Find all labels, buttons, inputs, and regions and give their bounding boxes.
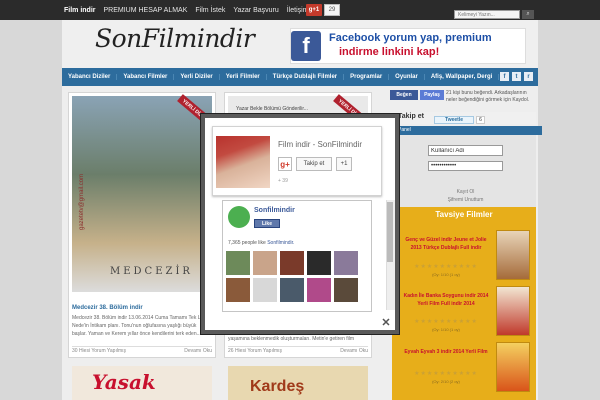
poster-caption: Yazar Bekle Bölümü Gönderilir... [236, 106, 308, 112]
post-title[interactable]: Medcezir 38. Bölüm indir [72, 305, 143, 311]
fan-avatar[interactable] [253, 278, 277, 302]
facebook-page-link[interactable]: Sonfilmindir. [267, 240, 294, 246]
post-comments[interactable]: 26 Hiesi Yorum Yapılmış [228, 348, 282, 356]
login-links: Kayıt Ol Şifremi Unuttum [428, 188, 503, 204]
facebook-banner[interactable]: f Facebook yorum yap, premium indirme li… [290, 28, 526, 64]
gplus-share-count: 29 [324, 4, 340, 16]
top-links: Film indir PREMIUM HESAP ALMAK Film İste… [64, 0, 309, 20]
tweet-count: 6 [476, 116, 485, 124]
rating-stars[interactable]: ★★★★★★★★★★ [400, 370, 492, 377]
follow-button[interactable]: Takip et [296, 157, 332, 171]
nav-item-yabanci-diziler[interactable]: Yabancı Diziler [62, 74, 118, 80]
tweet-button[interactable]: Tweetle [434, 116, 474, 124]
banner-line-1: Facebook yorum yap, premium [329, 32, 492, 44]
post-comments[interactable]: 30 Hiesi Yorum Yapılmış [72, 348, 126, 356]
post-excerpt: yaşamına beklenmedik oluşturmaları. Meti… [228, 336, 355, 342]
post-footer: 26 Hiesi Yorum Yapılmış Devamı Oku [228, 346, 368, 356]
post-poster[interactable] [72, 96, 212, 292]
fan-avatar[interactable] [226, 278, 250, 302]
nav-item-yabanci-filmler[interactable]: Yabancı Filmler [117, 74, 175, 80]
poster-caption: Kardeş [250, 378, 305, 395]
nav-item-yerli-diziler[interactable]: Yerli Diziler [174, 74, 220, 80]
close-icon[interactable]: ✕ [380, 316, 392, 329]
post-read-more[interactable]: Devamı Oku [184, 348, 212, 356]
popup-scrollbar-thumb[interactable] [387, 202, 393, 262]
recommended-thumb[interactable] [496, 230, 530, 280]
recommended-item-title[interactable]: Kadın İle Banka Soygunu indir 2014 Yerli… [400, 292, 492, 308]
facebook-page-like-button[interactable]: Like [254, 219, 280, 228]
facebook-icon[interactable]: f [500, 72, 509, 81]
fan-avatar[interactable] [334, 251, 358, 275]
poster-caption: MEDCEZİR [110, 266, 193, 277]
nav-item-afis[interactable]: Afiş, Wallpaper, Dergi [425, 74, 500, 80]
nav-item-turkce-dublajli[interactable]: Türkçe Dublajlı Filmler [267, 74, 345, 80]
facebook-people-text: 7,365 people like [228, 240, 266, 246]
search-icon[interactable]: ⌕ [522, 10, 534, 19]
facebook-fan-faces [226, 251, 360, 302]
gplus-follower-count: + 39 [278, 178, 288, 184]
plus-one-button[interactable]: +1 [336, 157, 352, 171]
banner-line-2: indirme linkini kap! [339, 46, 440, 58]
post-excerpt: Medcezir 38. Bölüm indir 13.06.2014 Cuma… [72, 315, 207, 337]
fan-avatar[interactable] [307, 251, 331, 275]
fan-avatar[interactable] [280, 278, 304, 302]
panel-title: Panel [392, 126, 542, 135]
facebook-like-text: 21 kişi bunu beğendi. Arkadaşlarının nel… [446, 90, 530, 103]
rating-meta: (Oy: 1/10 (1 oy) [432, 327, 460, 332]
gplus-profile-photo[interactable] [216, 136, 270, 188]
recommended-item-title[interactable]: Eyvah Eyvah 3 indir 2014 Yerli Film [400, 348, 492, 356]
search-input[interactable] [454, 10, 520, 19]
facebook-share-button[interactable]: Paylaş [420, 90, 444, 100]
top-link-premium[interactable]: PREMIUM HESAP ALMAK [104, 7, 188, 14]
main-nav: Yabancı Diziler Yabancı Filmler Yerli Di… [62, 68, 538, 86]
fan-avatar[interactable] [226, 251, 250, 275]
gplus-page-title[interactable]: Film indir - SonFilmindir [278, 140, 362, 149]
top-link-film-istek[interactable]: Film İstek [195, 7, 225, 14]
nav-item-oyunlar[interactable]: Oyunlar [389, 74, 425, 80]
rating-meta: (Oy: 1/10 (1 oy) [432, 272, 460, 277]
site-logo[interactable]: SonFilmindir [95, 24, 255, 53]
forgot-password-link[interactable]: Şifremi Unuttum [428, 196, 503, 204]
fan-avatar[interactable] [280, 251, 304, 275]
gplus-icon[interactable]: g+ [278, 157, 292, 171]
register-link[interactable]: Kayıt Ol [428, 188, 503, 196]
nav-item-yerli-filmler[interactable]: Yerli Filmler [220, 74, 267, 80]
facebook-like-button[interactable]: Beğen [390, 90, 418, 100]
rating-meta: (Oy: 2/10 (2 oy) [432, 379, 460, 384]
post-footer: 30 Hiesi Yorum Yapılmış Devamı Oku [72, 346, 212, 356]
fan-avatar[interactable] [253, 251, 277, 275]
fan-avatar[interactable] [307, 278, 331, 302]
recommended-thumb[interactable] [496, 342, 530, 392]
rating-stars[interactable]: ★★★★★★★★★★ [400, 263, 492, 270]
recommended-thumb[interactable] [496, 286, 530, 336]
twitter-icon[interactable]: t [512, 72, 521, 81]
follow-label: Takip et [398, 113, 424, 120]
post-read-more[interactable]: Devamı Oku [340, 348, 368, 356]
fan-avatar[interactable] [334, 278, 358, 302]
facebook-people-count: 7,365 people like Sonfilmindir. [228, 240, 294, 246]
recommended-title: Tavsiye Filmler [435, 210, 493, 219]
nav-item-programlar[interactable]: Programlar [344, 74, 390, 80]
recommended-item-title[interactable]: Genç ve Güzel indir Jeune et Jolie 2013 … [400, 236, 492, 252]
top-link-film-indir[interactable]: Film indir [64, 7, 96, 14]
rating-stars[interactable]: ★★★★★★★★★★ [400, 318, 492, 325]
facebook-page-logo[interactable] [228, 206, 250, 228]
poster-side-text: gazetetv@gmail.com [79, 173, 85, 230]
facebook-page-name[interactable]: Sonfilmindir [254, 207, 295, 214]
rss-icon[interactable]: r [524, 72, 533, 81]
facebook-icon: f [291, 31, 321, 61]
top-link-yazar-basvuru[interactable]: Yazar Başvuru [233, 7, 278, 14]
password-input[interactable] [428, 161, 503, 171]
username-input[interactable] [428, 145, 503, 156]
social-icons: f t r [500, 72, 533, 81]
gplus-share-button[interactable]: g+1 [306, 4, 322, 16]
poster-caption: Yasak [92, 370, 156, 394]
